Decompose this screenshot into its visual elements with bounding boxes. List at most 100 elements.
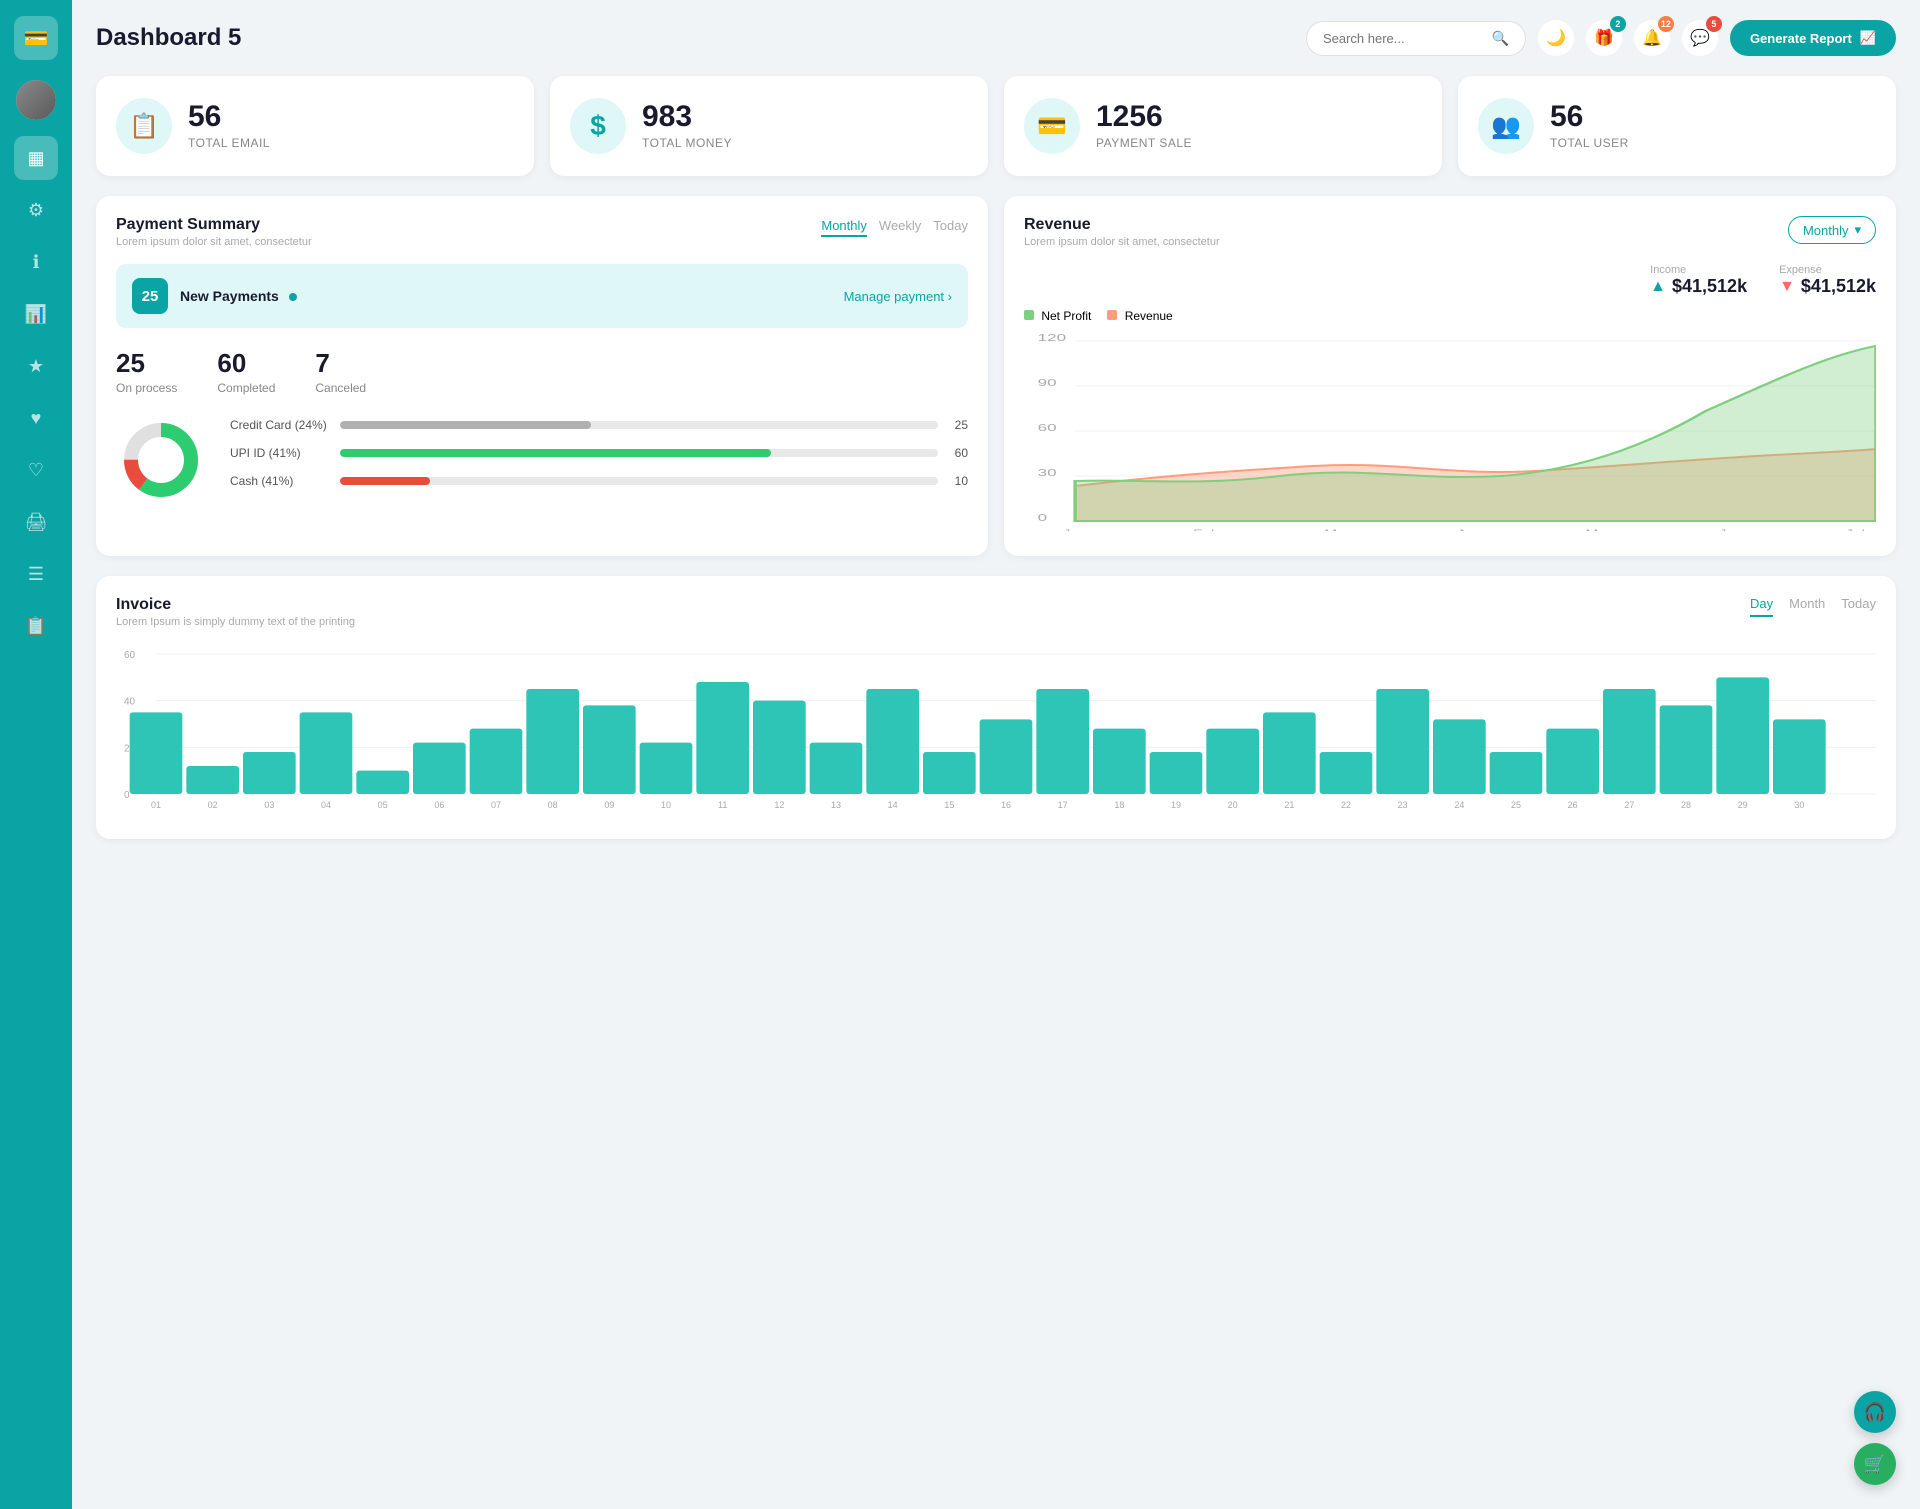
- svg-text:06: 06: [434, 800, 444, 810]
- completed-label: Completed: [217, 381, 275, 395]
- svg-text:27: 27: [1624, 800, 1634, 810]
- payment-panel-sub: Lorem ipsum dolor sit amet, consectetur: [116, 236, 312, 248]
- sidebar-item-star[interactable]: ★: [14, 344, 58, 388]
- revenue-monthly-button[interactable]: Monthly ▾: [1788, 216, 1876, 244]
- payment-panel-title-area: Payment Summary Lorem ipsum dolor sit am…: [116, 216, 312, 248]
- revenue-panel-header: Revenue Lorem ipsum dolor sit amet, cons…: [1024, 216, 1876, 248]
- sidebar-item-heart2[interactable]: ♡: [14, 448, 58, 492]
- bars-section: Credit Card (24%) 25 UPI ID (41%) 60: [230, 418, 968, 502]
- expense-val-row: ▼ $41,512k: [1779, 276, 1876, 297]
- bar-row-credit: Credit Card (24%) 25: [230, 418, 968, 432]
- stat-card-total-email: 📋 56 TOTAL EMAIL: [96, 76, 534, 176]
- invoice-tab-today[interactable]: Today: [1841, 596, 1876, 617]
- bell-notification[interactable]: 🔔 12: [1634, 20, 1670, 56]
- invoice-tab-day[interactable]: Day: [1750, 596, 1773, 617]
- bar-row-upi: UPI ID (41%) 60: [230, 446, 968, 460]
- stat-info-email: 56 TOTAL EMAIL: [188, 102, 270, 150]
- net-profit-dot: [1024, 310, 1034, 320]
- revenue-stats-row: Income ▲ $41,512k Expense ▼ $41,512k: [1024, 264, 1876, 297]
- user-avatar[interactable]: [16, 80, 56, 120]
- payment-panel-title: Payment Summary: [116, 216, 312, 234]
- sidebar-item-clipboard[interactable]: 📋: [14, 604, 58, 648]
- canceled-value: 7: [315, 348, 366, 379]
- support-button[interactable]: 🎧: [1854, 1391, 1896, 1433]
- money-icon: $: [570, 98, 626, 154]
- email-icon: 📋: [116, 98, 172, 154]
- new-payments-label: New Payments: [180, 288, 297, 304]
- gift-notification[interactable]: 🎁 2: [1586, 20, 1622, 56]
- revenue-panel-title: Revenue: [1024, 216, 1220, 234]
- generate-report-button[interactable]: Generate Report 📈: [1730, 20, 1896, 56]
- svg-text:30: 30: [1794, 800, 1804, 810]
- svg-text:20: 20: [1228, 800, 1238, 810]
- chat-notification[interactable]: 💬 5: [1682, 20, 1718, 56]
- manage-payment-link[interactable]: Manage payment ›: [844, 289, 952, 304]
- user-icon: 👥: [1478, 98, 1534, 154]
- sidebar-item-list[interactable]: ☰: [14, 552, 58, 596]
- svg-text:25: 25: [1511, 800, 1521, 810]
- tab-today[interactable]: Today: [933, 216, 968, 237]
- stat-card-payment-sale: 💳 1256 PAYMENT SALE: [1004, 76, 1442, 176]
- svg-text:120: 120: [1038, 332, 1067, 343]
- gift-badge: 2: [1610, 16, 1626, 32]
- metric-on-process: 25 On process: [116, 348, 177, 395]
- svg-text:04: 04: [321, 800, 331, 810]
- svg-text:90: 90: [1038, 377, 1057, 388]
- bar-label-cash: Cash (41%): [230, 474, 330, 488]
- dark-mode-toggle[interactable]: 🌙: [1538, 20, 1574, 56]
- heart-icon: ♥: [31, 408, 42, 429]
- moon-icon: 🌙: [1546, 28, 1566, 48]
- header: Dashboard 5 🔍 🌙 🎁 2 🔔 12 💬 5 Gen: [96, 20, 1896, 56]
- headset-icon: 🎧: [1864, 1402, 1886, 1423]
- invoice-panel: Invoice Lorem Ipsum is simply dummy text…: [96, 576, 1896, 839]
- svg-text:29: 29: [1738, 800, 1748, 810]
- metrics-row: 25 On process 60 Completed 7 Canceled: [116, 348, 968, 395]
- revenue-income: Income ▲ $41,512k: [1650, 264, 1747, 297]
- revenue-panel-sub: Lorem ipsum dolor sit amet, consectetur: [1024, 236, 1220, 248]
- invoice-tab-month[interactable]: Month: [1789, 596, 1825, 617]
- bar-val-cash: 10: [948, 474, 968, 488]
- print-icon: 🖨: [25, 512, 48, 533]
- stat-info-payment: 1256 PAYMENT SALE: [1096, 102, 1192, 150]
- expense-value: $41,512k: [1801, 276, 1876, 297]
- svg-text:Mar: Mar: [1324, 528, 1350, 531]
- bar-row-cash: Cash (41%) 10: [230, 474, 968, 488]
- sidebar-item-heart[interactable]: ♥: [14, 396, 58, 440]
- svg-text:12: 12: [774, 800, 784, 810]
- search-input[interactable]: [1323, 31, 1484, 46]
- tab-monthly[interactable]: Monthly: [821, 216, 867, 237]
- bar-chart-icon: 📈: [1860, 30, 1876, 46]
- invoice-chart-svg: 0204060010203040506070809101112131415161…: [116, 644, 1876, 814]
- sidebar-logo[interactable]: 💳: [14, 16, 58, 60]
- sidebar-item-settings[interactable]: ⚙: [14, 188, 58, 232]
- sidebar-item-print[interactable]: 🖨: [14, 500, 58, 544]
- stat-info-user: 56 TOTAL USER: [1550, 102, 1629, 150]
- revenue-legend-item: Revenue: [1107, 309, 1172, 323]
- total-money-value: 983: [642, 102, 732, 132]
- cart-button[interactable]: 🛒: [1854, 1443, 1896, 1485]
- svg-text:07: 07: [491, 800, 501, 810]
- list-icon: ☰: [28, 564, 44, 585]
- clipboard-icon: 📋: [25, 616, 47, 637]
- bar-label-credit: Credit Card (24%): [230, 418, 330, 432]
- bell-badge: 12: [1658, 16, 1674, 32]
- header-right: 🔍 🌙 🎁 2 🔔 12 💬 5 Generate Report 📈: [1306, 20, 1896, 56]
- bar-val-upi: 60: [948, 446, 968, 460]
- search-box[interactable]: 🔍: [1306, 21, 1526, 56]
- sidebar-item-dashboard[interactable]: ▦: [14, 136, 58, 180]
- payment-icon: 💳: [1024, 98, 1080, 154]
- stat-card-total-money: $ 983 TOTAL MONEY: [550, 76, 988, 176]
- sidebar-item-chart[interactable]: 📊: [14, 292, 58, 336]
- payment-summary-panel: Payment Summary Lorem ipsum dolor sit am…: [96, 196, 988, 556]
- new-payments-badge: 25: [132, 278, 168, 314]
- donut-chart: [116, 415, 206, 505]
- revenue-expense: Expense ▼ $41,512k: [1779, 264, 1876, 297]
- new-payments-left: 25 New Payments: [132, 278, 297, 314]
- sidebar: 💳 ▦ ⚙ ℹ 📊 ★ ♥ ♡ 🖨 ☰ 📋: [0, 0, 72, 1509]
- sidebar-item-info[interactable]: ℹ: [14, 240, 58, 284]
- total-user-label: TOTAL USER: [1550, 136, 1629, 150]
- revenue-legend: Net Profit Revenue: [1024, 309, 1876, 323]
- svg-text:17: 17: [1058, 800, 1068, 810]
- tab-weekly[interactable]: Weekly: [879, 216, 921, 237]
- total-email-value: 56: [188, 102, 270, 132]
